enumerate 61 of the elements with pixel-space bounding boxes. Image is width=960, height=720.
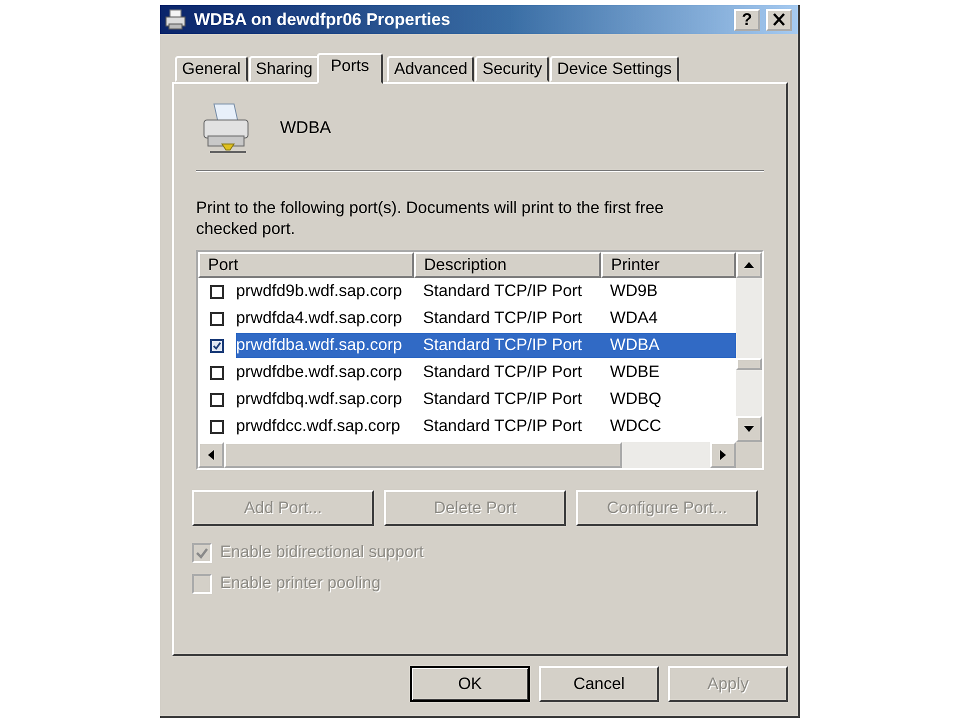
scrollbar-corner (736, 442, 762, 468)
checkbox[interactable] (210, 312, 224, 326)
printer-name: WDBA (280, 118, 331, 138)
table-cell-text: Standard TCP/IP Port (422, 336, 583, 355)
table-cell-text: prwdfdbe.wdf.sap.corp (236, 363, 404, 382)
checkbox-label: Enable printer pooling (220, 574, 381, 593)
table-cell-text: prwdfd9b.wdf.sap.corp (236, 282, 404, 301)
printer-icon (164, 8, 188, 30)
down-arrow-icon (744, 426, 754, 432)
checkbox[interactable] (210, 420, 224, 434)
dialog-button[interactable]: Cancel (539, 666, 659, 702)
table-cell-text: prwdfdba.wdf.sap.corp (236, 336, 404, 355)
dialog-button[interactable]: OK (410, 666, 530, 702)
column-header[interactable]: Description (414, 252, 601, 278)
table-cell-text: Standard TCP/IP Port (422, 363, 583, 382)
table-cell-text: Standard TCP/IP Port (422, 282, 583, 301)
tab[interactable]: Advanced (387, 56, 474, 82)
table-cell-text: WD9B (609, 282, 658, 301)
list-row[interactable]: prwdfdba.wdf.sap.corp Standard TCP/IP Port WDBA (236, 333, 736, 358)
help-button[interactable]: ? (734, 8, 760, 30)
tab[interactable]: General (175, 56, 248, 82)
scroll-thumb[interactable] (224, 442, 622, 468)
table-cell-text: Standard TCP/IP Port (422, 417, 583, 436)
table-cell-text: Standard TCP/IP Port (422, 390, 583, 409)
horizontal-scrollbar[interactable] (198, 442, 762, 468)
check-icon (212, 340, 222, 352)
vertical-scrollbar[interactable] (736, 252, 762, 442)
checkbox-label: Enable bidirectional support (220, 543, 424, 562)
window-title: WDBA on dewdfpr06 Properties (194, 10, 452, 30)
tab[interactable]: Ports (316, 53, 384, 84)
table-cell-text: prwdfdcc.wdf.sap.corp (236, 417, 402, 436)
up-arrow-icon (744, 262, 754, 268)
check-icon (195, 546, 209, 560)
instructions-text: Print to the following port(s). Documents will print to the first free checked port. (196, 198, 665, 240)
checkbox[interactable] (210, 392, 224, 406)
column-header[interactable]: Printer (601, 252, 736, 278)
list-row[interactable]: prwdfdbq.wdf.sap.corp Standard TCP/IP Port WDBQ (236, 387, 736, 412)
table-cell-text: WDCC (609, 417, 662, 436)
table-cell-text: WDBQ (609, 390, 662, 409)
column-header[interactable]: Port (198, 252, 414, 278)
close-icon (772, 13, 786, 26)
list-row[interactable]: prwdfda4.wdf.sap.corp Standard TCP/IP Port WDA4 (236, 306, 736, 331)
table-cell-text: WDBE (609, 363, 660, 382)
list-row[interactable]: prwdfdcc.wdf.sap.corp Standard TCP/IP Port WDCC (236, 414, 736, 439)
checkbox[interactable] (210, 338, 224, 352)
tab[interactable]: Security (475, 56, 550, 82)
close-button[interactable] (766, 8, 792, 30)
tab[interactable]: Sharing (248, 56, 320, 82)
table-cell-text: Standard TCP/IP Port (422, 309, 583, 328)
right-arrow-icon (720, 450, 726, 460)
list-row[interactable]: prwdfdbe.wdf.sap.corp Standard TCP/IP Port WDBE (236, 360, 736, 385)
list-row[interactable]: prwdfd9b.wdf.sap.corp Standard TCP/IP Port WD9B (236, 279, 736, 304)
table-cell-text: WDA4 (609, 309, 658, 328)
scroll-thumb[interactable] (736, 358, 762, 370)
table-cell-text: prwdfda4.wdf.sap.corp (236, 309, 404, 328)
table-cell-text: prwdfdbq.wdf.sap.corp (236, 390, 404, 409)
left-arrow-icon (208, 450, 214, 460)
checkbox[interactable] (210, 284, 224, 298)
tab[interactable]: Device Settings (550, 56, 679, 82)
table-cell-text: WDBA (609, 336, 660, 355)
checkbox[interactable] (210, 366, 224, 380)
